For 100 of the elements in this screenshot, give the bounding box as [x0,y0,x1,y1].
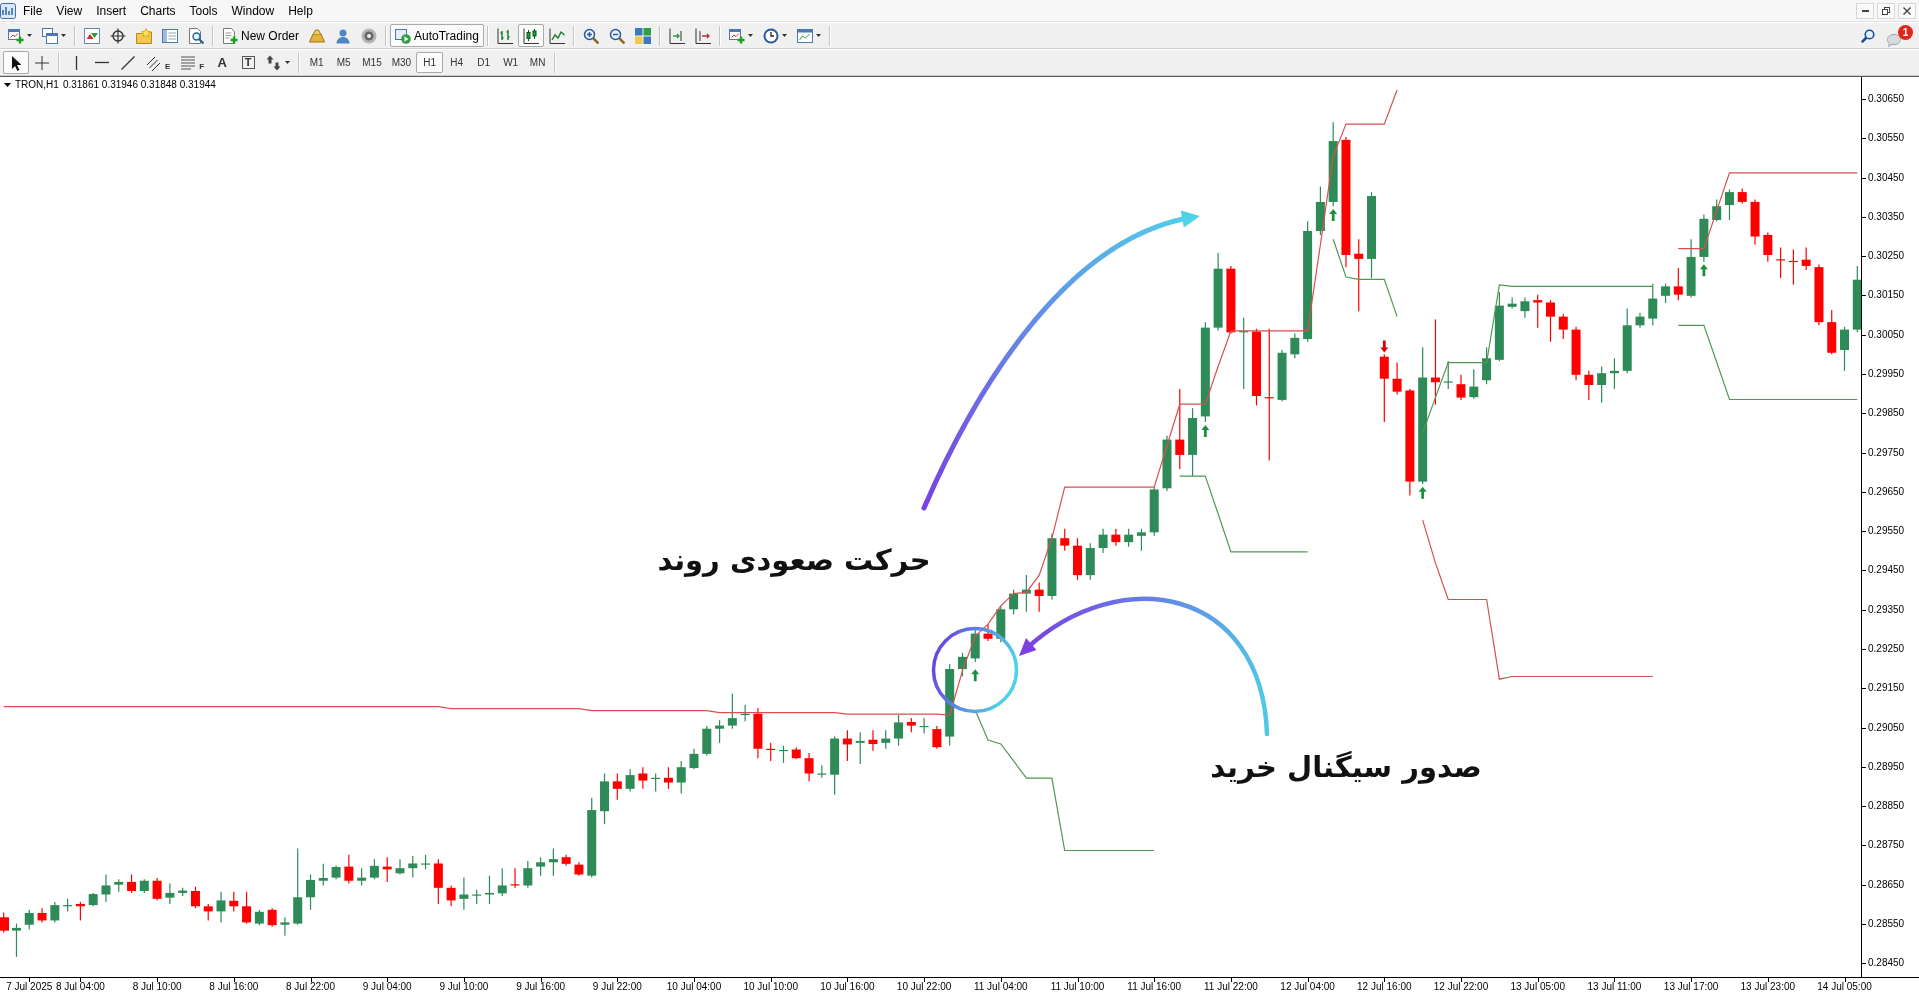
candle-wick [488,875,491,905]
folder-star-icon [136,27,152,44]
candle-wick [1486,346,1488,385]
price-label: 0.29950 [1868,368,1905,380]
candle-wick [846,729,848,762]
candle-wick [961,652,964,678]
candle-body [318,878,328,881]
ring-icon [361,27,377,44]
candle-wick [246,891,248,925]
candle-wick [28,909,30,931]
line-chart-icon [548,27,565,44]
candlestick-icon [522,27,539,44]
play-badge-icon [395,27,411,44]
candle-body [1226,268,1236,333]
candle-body [1047,538,1057,596]
candle-body [1009,593,1019,610]
candle-body [1520,301,1530,312]
candle-wick [1613,357,1615,390]
menu-item[interactable]: Tools [182,0,225,21]
candle-body [203,906,213,912]
time-label: 9 Jul 16:00 [516,981,566,993]
candle-body [1149,489,1159,533]
grid-icon [634,27,651,44]
time-label: 11 Jul 16:00 [1127,981,1182,993]
candle-wick [680,760,682,795]
price-label: 0.30350 [1868,210,1905,223]
menu-item[interactable]: Insert [89,0,134,21]
candle-body [216,900,226,912]
candle-body [689,753,699,768]
close-button[interactable] [1898,2,1916,19]
candles-chart-button[interactable] [517,24,544,47]
candle-wick [1038,582,1040,613]
candle-body [1622,325,1632,371]
candle-wick [1664,283,1667,304]
panel-icon [162,27,178,44]
label-tool-button[interactable]: T [235,51,262,74]
symbol-label: TRON,H1 [15,79,59,91]
timeframe-button[interactable]: D1 [470,52,498,73]
time-label: 7 Jul 2025 [6,981,53,993]
candle-wick [1562,313,1564,340]
time-label: 11 Jul 04:00 [973,981,1028,993]
ohlc-readout: 0.31861 0.31946 0.31848 0.31944 [62,79,216,91]
menu-item[interactable]: File [16,0,50,21]
candle-wick [1383,353,1385,423]
menu-item[interactable]: Window [224,0,282,21]
price-label: 0.29850 [1868,407,1905,420]
timeframe-button[interactable]: M15 [357,52,387,73]
candle-body [1737,192,1747,202]
candle-body [957,656,967,669]
menu-item[interactable]: Help [281,0,320,21]
new-order-button[interactable]: New Order [217,24,304,47]
candle-body [1507,303,1517,307]
timeframe-button[interactable]: M5 [330,52,358,73]
price-label: 0.28550 [1868,917,1905,930]
candle-wick [1115,528,1117,547]
candle-wick [1792,248,1794,286]
candle-wick [1780,246,1782,279]
timeframe-button[interactable]: M1 [303,52,331,73]
candle-body [1533,300,1543,303]
candle-body [1840,329,1849,350]
candle-body [1814,267,1824,323]
timeframe-button[interactable]: H4 [443,52,471,73]
autotrading-button[interactable]: AutoTrading [390,24,484,47]
price-label: 0.30550 [1868,132,1905,145]
candle-body [1060,538,1070,546]
axis-arrow-icon [694,27,711,44]
menu-item[interactable]: View [49,0,90,21]
text-tool-button[interactable]: A [209,51,236,74]
zoom-out-icon [608,27,625,44]
cursor-tool-button[interactable] [3,51,29,74]
candle-wick [1843,326,1846,372]
candle-wick [399,858,401,876]
timeframe-button[interactable]: M30 [386,52,417,73]
timeframe-button[interactable]: MN [524,52,552,73]
candle-body [625,775,635,789]
candle-body [600,781,609,812]
timeframe-button[interactable]: W1 [497,52,525,73]
restore-button[interactable] [1877,2,1895,19]
time-label: 13 Jul 23:00 [1740,981,1796,993]
price-label: 0.30150 [1868,289,1905,302]
chart-plus-icon [728,27,745,44]
candle-body [344,866,354,881]
channel-tool-button[interactable]: E [141,51,176,74]
candle-wick [552,847,554,877]
crosshair-icon [34,54,50,71]
fibonacci-tool-button[interactable]: F [175,51,210,74]
candle-wick [655,772,657,793]
candle-body [1494,305,1504,360]
candle-body [1315,201,1325,231]
candle-wick [1677,267,1679,301]
candle-body [139,880,149,891]
candle-body [0,917,9,931]
candle-body [1584,374,1594,385]
price-label: 0.29050 [1868,721,1905,734]
menu-item[interactable]: Charts [133,0,183,21]
minimize-button[interactable] [1856,2,1874,19]
timeframe-button[interactable]: H1 [416,52,444,73]
candle-wick [450,884,452,907]
time-label: 9 Jul 10:00 [439,981,489,993]
notifications-button[interactable]: 1 [1887,24,1913,47]
